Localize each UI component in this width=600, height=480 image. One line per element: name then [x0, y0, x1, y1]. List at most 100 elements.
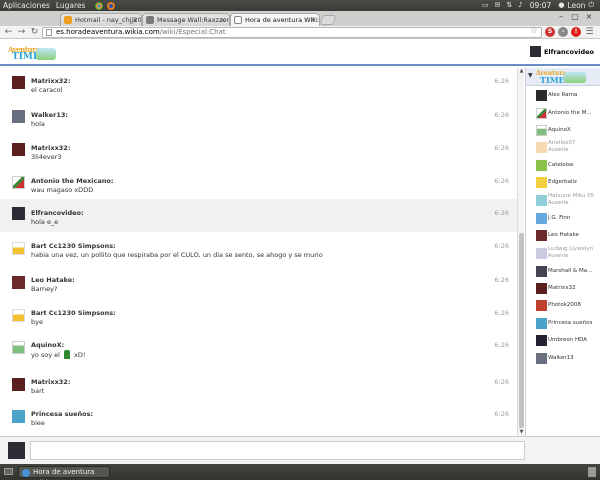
message-username[interactable]: Elfrancovideo:: [31, 209, 84, 217]
forward-button[interactable]: →: [16, 27, 27, 38]
extension-adblock-icon[interactable]: S: [545, 27, 555, 37]
chat-message: Matrixx32: bart 6:26: [0, 373, 517, 403]
avatar[interactable]: [12, 207, 25, 220]
chat-message: Matrixx32: el caracol 6:26: [0, 71, 517, 101]
chat-message: Bart Cc1230 Simpsons: bye 6:26: [0, 304, 517, 334]
avatar: [536, 90, 547, 101]
user-list-item[interactable]: Photok2008: [526, 297, 600, 315]
close-window-button[interactable]: ×: [584, 12, 594, 21]
avatar[interactable]: [12, 378, 25, 391]
user-name: Antonio the M...: [548, 110, 592, 116]
avatar[interactable]: [12, 176, 25, 189]
maximize-window-button[interactable]: ▢: [570, 12, 580, 21]
close-tab-icon[interactable]: ×: [220, 14, 226, 26]
user-list-item[interactable]: Cateloise: [526, 157, 600, 175]
avatar[interactable]: [12, 341, 25, 354]
avatar[interactable]: [12, 76, 25, 89]
logo-scene-icon: [564, 72, 586, 83]
avatar: [536, 335, 547, 346]
user-list-item[interactable]: Edgerballz: [526, 174, 600, 192]
firefox-launcher-icon[interactable]: [107, 1, 116, 10]
scroll-up-icon[interactable]: ▲: [518, 68, 525, 75]
close-tab-icon[interactable]: ×: [132, 14, 138, 26]
user-list-item[interactable]: Princesa sueños: [526, 315, 600, 333]
message-username[interactable]: Matrixx32:: [31, 77, 70, 85]
tray-network-icon[interactable]: ⇅: [506, 0, 512, 11]
address-bar[interactable]: es.horadeaventura.wikia.com/wiki/Especia…: [42, 26, 542, 38]
chat-scrollbar[interactable]: ▲ ▼: [517, 68, 524, 436]
user-icon: ●: [558, 1, 565, 9]
taskbar-window-button[interactable]: Hora de aventura Wiki...: [18, 466, 110, 480]
avatar: [536, 177, 547, 188]
wikia-favicon-icon: [146, 16, 154, 24]
tab-message-wall[interactable]: Message Wall:Raxzzor - Ho ×: [142, 13, 230, 26]
current-user-name: Elfrancovideo: [543, 48, 594, 56]
user-list-item[interactable]: Marshall & Ma...: [526, 263, 600, 281]
avatar[interactable]: [12, 410, 25, 423]
tray-keyboard-icon[interactable]: ▭: [482, 0, 489, 11]
power-icon[interactable]: ⏻: [588, 0, 594, 11]
avatar: [8, 442, 25, 459]
show-desktop-icon[interactable]: [4, 468, 13, 475]
avatar[interactable]: [12, 110, 25, 123]
user-list-item[interactable]: J.G. Finn: [526, 210, 600, 228]
back-button[interactable]: ←: [3, 27, 14, 38]
extension-gray-icon[interactable]: ⁃: [558, 27, 568, 37]
chat-message-list[interactable]: Matrixx32: el caracol 6:26 Walker13: hol…: [0, 68, 517, 436]
taskbar-window-title: Hora de aventura Wiki...: [33, 468, 95, 480]
trash-icon[interactable]: [588, 467, 596, 477]
avatar: [536, 108, 547, 119]
minimize-window-button[interactable]: –: [556, 12, 566, 21]
os-menu-applications[interactable]: Aplicaciones: [3, 0, 50, 11]
current-user[interactable]: Elfrancovideo: [529, 46, 594, 58]
bookmark-star-icon[interactable]: ☆: [530, 26, 538, 36]
new-tab-button[interactable]: [319, 15, 337, 25]
avatar[interactable]: [12, 143, 25, 156]
tray-mail-icon[interactable]: ✉: [494, 0, 500, 11]
chat-message: Princesa sueños: biee 6:26: [0, 405, 517, 435]
scroll-thumb[interactable]: [519, 233, 524, 428]
user-list-item[interactable]: Ariellox07 Ausente: [526, 139, 600, 157]
message-username[interactable]: Bart Cc1230 Simpsons:: [31, 242, 116, 250]
extension-red-icon[interactable]: !: [571, 27, 581, 37]
message-username[interactable]: Walker13:: [31, 111, 68, 119]
wiki-logo[interactable]: Aventura TIME: [8, 45, 56, 62]
message-username[interactable]: Leo Hatake:: [31, 276, 75, 284]
menu-icon[interactable]: ☰: [584, 27, 595, 38]
tab-chat[interactable]: Hora de aventura Wiki: Ch ×: [230, 13, 320, 26]
logo-scene-icon: [36, 48, 56, 60]
tab-hotmail[interactable]: Hotmail - nay_chjj20@hot ×: [60, 13, 142, 26]
user-list-item[interactable]: Antonio the M...: [526, 105, 600, 123]
message-username[interactable]: Princesa sueños:: [31, 410, 93, 418]
tray-volume-icon[interactable]: ♪: [518, 0, 522, 11]
user-list-item[interactable]: AquinoX: [526, 122, 600, 140]
user-list-item[interactable]: Leo Hatake: [526, 227, 600, 245]
message-username[interactable]: Matrixx32:: [31, 378, 70, 386]
avatar[interactable]: [12, 242, 25, 255]
message-username[interactable]: AquinoX:: [31, 341, 64, 349]
scroll-down-icon[interactable]: ▼: [518, 429, 525, 436]
user-list-item[interactable]: Matrixx32: [526, 280, 600, 298]
chrome-launcher-icon[interactable]: [95, 1, 104, 10]
message-username[interactable]: Matrixx32:: [31, 144, 70, 152]
os-top-panel: Aplicaciones Lugares ▭ ✉ ⇅ ♪ 09:07 ● Leo…: [0, 0, 600, 11]
avatar[interactable]: [12, 309, 25, 322]
os-menu-places[interactable]: Lugares: [56, 0, 86, 11]
message-text: hola e_e: [31, 218, 59, 226]
chat-message-input[interactable]: [30, 441, 525, 460]
avatar[interactable]: [12, 276, 25, 289]
user-list-item[interactable]: Alex Rama: [526, 87, 600, 105]
os-clock[interactable]: 09:07: [530, 0, 552, 11]
collapse-caret-icon[interactable]: ▼: [528, 72, 533, 79]
user-list-header[interactable]: ▼ Aventura TIME: [526, 68, 600, 86]
message-username[interactable]: Antonio the Mexicano:: [31, 177, 113, 185]
user-list-item[interactable]: Umbreon HDA: [526, 332, 600, 350]
close-tab-icon[interactable]: ×: [310, 14, 316, 26]
message-time: 6:26: [494, 309, 509, 317]
user-list-item[interactable]: Hatsune Miku 05 Ausente: [526, 192, 600, 210]
user-list-item[interactable]: Ludwig Llywelyn Ausente: [526, 245, 600, 263]
message-username[interactable]: Bart Cc1230 Simpsons:: [31, 309, 116, 317]
os-user-name[interactable]: Leon: [567, 0, 585, 11]
reload-button[interactable]: ↻: [29, 27, 40, 38]
user-list-item[interactable]: Walker13: [526, 350, 600, 368]
